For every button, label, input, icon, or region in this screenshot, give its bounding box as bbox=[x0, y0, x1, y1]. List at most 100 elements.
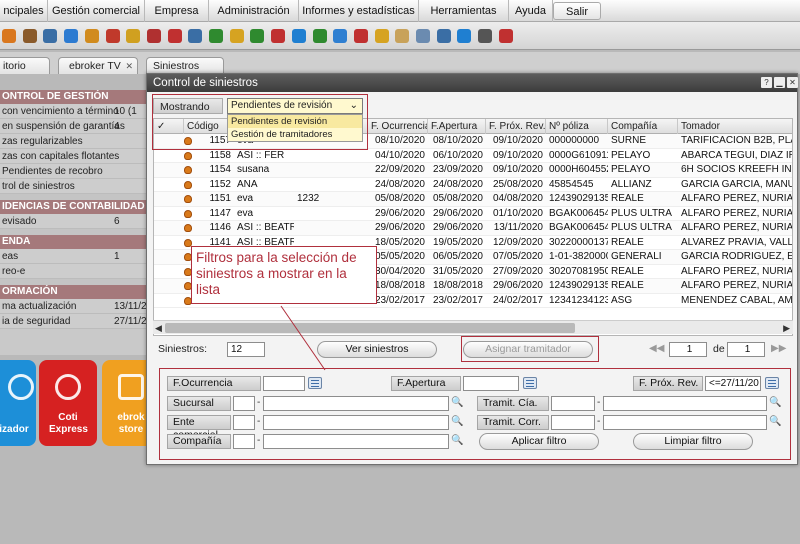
last-page-icon[interactable]: ▶▶ bbox=[771, 343, 786, 354]
column-header-f-ocurrencia[interactable]: F. Ocurrencia bbox=[368, 119, 428, 134]
menu-item-principales[interactable]: ncipales bbox=[0, 0, 48, 22]
toolbar-icon[interactable] bbox=[416, 29, 430, 43]
toolbar-icon[interactable] bbox=[209, 29, 223, 43]
toolbar-icon[interactable] bbox=[22, 29, 37, 43]
column-header-tomador[interactable]: Tomador bbox=[678, 119, 792, 134]
calendar-icon[interactable] bbox=[308, 377, 322, 389]
scroll-left-icon[interactable]: ◀ bbox=[155, 321, 162, 335]
filter-input-compania[interactable] bbox=[263, 434, 449, 449]
lookup-icon[interactable]: 🔍 bbox=[769, 397, 781, 409]
lookup-icon[interactable]: 🔍 bbox=[451, 435, 463, 447]
toolbar-icon[interactable] bbox=[250, 29, 265, 43]
table-row[interactable]: 1152 ANA 24/08/2020 24/08/2020 25/08/2020 458… bbox=[154, 178, 792, 192]
lookup-icon[interactable]: 🔍 bbox=[769, 416, 781, 428]
column-header-poliza[interactable]: Nº póliza bbox=[546, 119, 608, 134]
menu-item-informes[interactable]: Informes y estadísticas bbox=[299, 0, 419, 22]
toolbar-icon[interactable] bbox=[271, 29, 286, 43]
filter-input-tramit-cia[interactable] bbox=[603, 396, 767, 411]
help-icon[interactable]: ? bbox=[761, 77, 772, 88]
column-header-f-prox-rev[interactable]: F. Próx. Rev. bbox=[486, 119, 546, 134]
table-row[interactable]: 1146 ASI :: BEATRIZ 29/06/2020 29/06/2020 13… bbox=[154, 221, 792, 236]
app-shortcuts: izador Coti Express ebrok store bbox=[0, 360, 160, 446]
calendar-icon[interactable] bbox=[765, 377, 779, 389]
filter-input-f-prox-rev[interactable]: <=27/11/20 bbox=[705, 376, 761, 391]
cell-usuario: susana bbox=[237, 164, 270, 175]
horizontal-scrollbar[interactable]: ◀ ▶ bbox=[153, 320, 793, 334]
close-icon[interactable]: ✕ bbox=[787, 77, 798, 88]
toolbar-icon[interactable] bbox=[478, 29, 493, 43]
toolbar-icon[interactable] bbox=[84, 29, 99, 43]
filter-input-ente-comercial[interactable] bbox=[263, 415, 449, 430]
toolbar-icon[interactable] bbox=[395, 29, 410, 43]
menu-item-ayuda[interactable]: Ayuda bbox=[509, 0, 553, 22]
left-panel-row[interactable]: zas regularizables bbox=[0, 134, 152, 149]
first-page-icon[interactable]: ◀◀ bbox=[649, 343, 664, 354]
left-panel-row[interactable]: ia de seguridad 27/11/20 bbox=[0, 314, 152, 329]
filter-code-compania[interactable] bbox=[233, 434, 255, 449]
minimize-icon[interactable]: ▁ bbox=[774, 77, 785, 88]
app-coti-express[interactable]: Coti Express bbox=[39, 360, 97, 446]
toolbar-icon[interactable] bbox=[353, 29, 368, 43]
left-panel-row[interactable]: Pendientes de recobro bbox=[0, 164, 152, 179]
tab-siniestros[interactable]: Siniestros bbox=[146, 57, 224, 74]
left-panel-row[interactable]: evisado 6 bbox=[0, 214, 152, 229]
lookup-icon[interactable]: 🔍 bbox=[451, 397, 463, 409]
toolbar-icon[interactable] bbox=[333, 29, 348, 43]
menu-item-gestion-comercial[interactable]: Gestión comercial bbox=[48, 0, 145, 22]
ver-siniestros-button[interactable]: Ver siniestros bbox=[317, 341, 437, 358]
left-panel-row[interactable]: trol de siniestros bbox=[0, 179, 152, 194]
toolbar-icon[interactable] bbox=[436, 29, 451, 43]
filter-code-sucursal[interactable] bbox=[233, 396, 255, 411]
aplicar-filtro-button[interactable]: Aplicar filtro bbox=[479, 433, 599, 450]
menu-item-administracion[interactable]: Administración bbox=[209, 0, 299, 22]
toolbar-icon[interactable] bbox=[167, 29, 182, 43]
limpiar-filtro-button[interactable]: Limpiar filtro bbox=[633, 433, 753, 450]
toolbar-icon[interactable] bbox=[188, 29, 203, 43]
toolbar-icon[interactable] bbox=[126, 29, 141, 43]
dropdown-option-tramitadores[interactable]: Gestión de tramitadores bbox=[228, 128, 362, 141]
page-current-field[interactable]: 1 bbox=[669, 342, 707, 357]
table-row[interactable]: 1147 eva 29/06/2020 29/06/2020 01/10/2020 BGA… bbox=[154, 207, 792, 221]
left-panel-row[interactable]: eas 1 bbox=[0, 249, 152, 264]
filter-code-ente-comercial[interactable] bbox=[233, 415, 255, 430]
table-row[interactable]: 1154 susana 22/09/2020 23/09/2020 09/10/2020… bbox=[154, 163, 792, 178]
toolbar-icon[interactable] bbox=[43, 29, 58, 43]
filter-input-f-apertura[interactable] bbox=[463, 376, 519, 391]
lookup-icon[interactable]: 🔍 bbox=[451, 416, 463, 428]
left-panel-row[interactable]: en suspensión de garantías 4 bbox=[0, 119, 152, 134]
left-panel-row[interactable]: con vencimiento a término 10 (1 bbox=[0, 104, 152, 119]
toolbar-icon[interactable] bbox=[498, 29, 513, 43]
filter-code-tramit-cia[interactable] bbox=[551, 396, 595, 411]
toolbar-icon[interactable] bbox=[229, 29, 244, 43]
tab-monitorio[interactable]: itorio bbox=[0, 57, 50, 74]
calendar-icon[interactable] bbox=[523, 377, 537, 389]
left-panel-row[interactable]: zas con capitales flotantes bbox=[0, 149, 152, 164]
left-panel-row[interactable]: ma actualización 13/11/20 bbox=[0, 299, 152, 314]
tab-ebroker-tv[interactable]: ebroker TV ✕ bbox=[58, 57, 138, 74]
filter-input-tramit-corr[interactable] bbox=[603, 415, 767, 430]
scrollbar-thumb[interactable] bbox=[165, 323, 575, 333]
filter-input-f-ocurrencia[interactable] bbox=[263, 376, 305, 391]
filter-input-sucursal[interactable] bbox=[263, 396, 449, 411]
toolbar-icon[interactable] bbox=[2, 29, 16, 43]
filter-code-tramit-corr[interactable] bbox=[551, 415, 595, 430]
toolbar-icon[interactable] bbox=[105, 29, 120, 43]
dropdown-option-pendientes[interactable]: Pendientes de revisión bbox=[228, 115, 362, 128]
column-header-f-apertura[interactable]: F.Apertura bbox=[428, 119, 486, 134]
close-icon[interactable]: ✕ bbox=[125, 58, 133, 74]
toolbar-icon[interactable] bbox=[457, 29, 472, 43]
toolbar-icon[interactable] bbox=[291, 29, 306, 43]
left-panel-row[interactable]: reo-e bbox=[0, 264, 152, 279]
app-actualizador[interactable]: izador bbox=[0, 360, 36, 446]
table-row[interactable]: 1158 ASI :: FER 04/10/2020 06/10/2020 09/10/… bbox=[154, 149, 792, 163]
menu-item-herramientas[interactable]: Herramientas bbox=[419, 0, 509, 22]
menu-item-empresa[interactable]: Empresa bbox=[145, 0, 209, 22]
toolbar-icon[interactable] bbox=[374, 29, 389, 43]
column-header-compania[interactable]: Compañía bbox=[608, 119, 678, 134]
toolbar-icon[interactable] bbox=[312, 29, 327, 43]
scroll-right-icon[interactable]: ▶ bbox=[783, 321, 790, 335]
salir-button[interactable]: Salir bbox=[553, 2, 601, 20]
toolbar-icon[interactable] bbox=[146, 29, 161, 43]
toolbar-icon[interactable] bbox=[64, 29, 79, 43]
table-row[interactable]: 1151 eva 1232 05/08/2020 05/08/2020 04/08/202… bbox=[154, 192, 792, 207]
